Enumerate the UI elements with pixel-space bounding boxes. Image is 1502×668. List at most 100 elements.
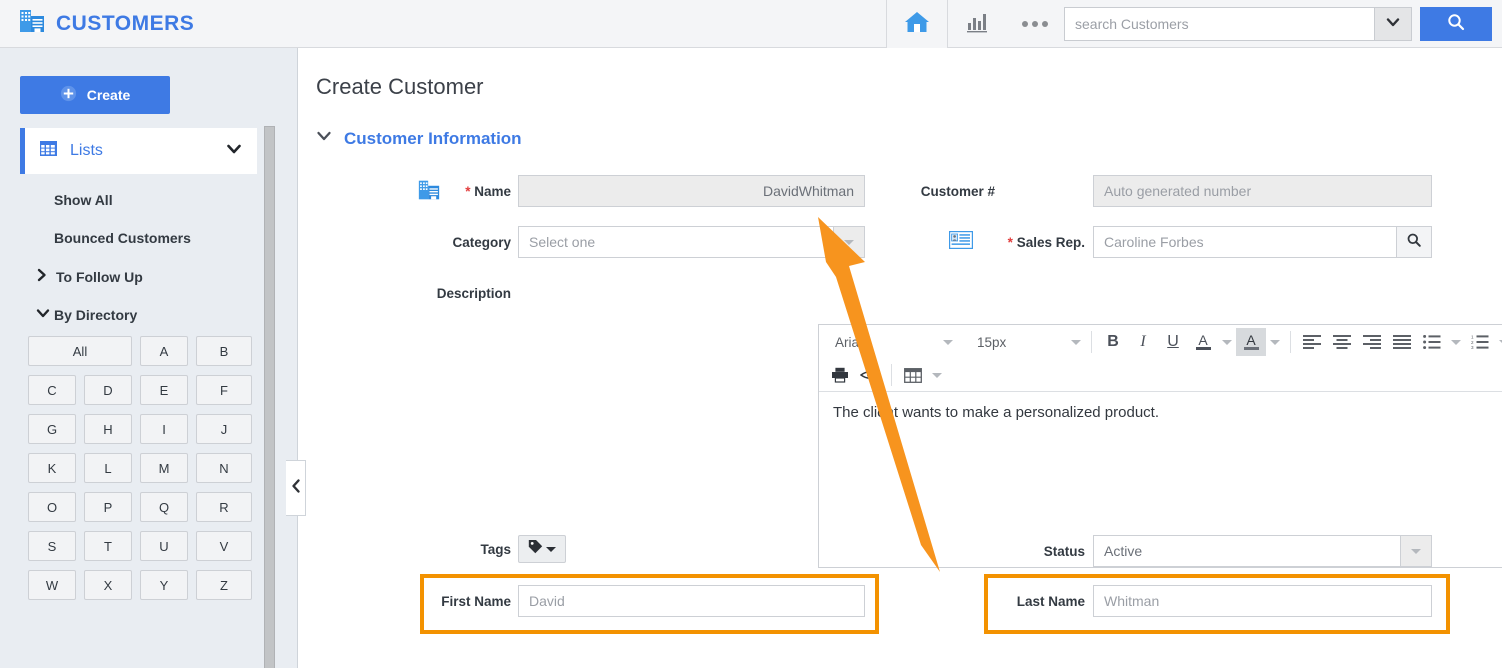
sidebar-item-by-directory[interactable]: By Directory <box>36 306 137 323</box>
letter-button-u[interactable]: U <box>140 531 188 561</box>
search-input[interactable] <box>1064 7 1374 41</box>
numbered-list-caret-icon[interactable] <box>1495 328 1502 356</box>
letter-button-q[interactable]: Q <box>140 492 188 522</box>
align-center-icon[interactable] <box>1327 328 1357 356</box>
align-right-icon[interactable] <box>1357 328 1387 356</box>
letter-button-n[interactable]: N <box>196 453 252 483</box>
letter-button-x[interactable]: X <box>84 570 132 600</box>
letter-button-k[interactable]: K <box>28 453 76 483</box>
home-icon <box>903 9 931 40</box>
letter-button-e[interactable]: E <box>140 375 188 405</box>
ellipsis-icon <box>1022 21 1048 27</box>
print-icon[interactable] <box>825 361 855 389</box>
font-size-select[interactable]: 15px <box>967 329 1085 355</box>
letter-button-i[interactable]: I <box>140 414 188 444</box>
description-editor-body[interactable]: The client wants to make a personalized … <box>819 392 1502 433</box>
font-color-caret-icon[interactable] <box>1218 328 1236 356</box>
letter-button-c[interactable]: C <box>28 375 76 405</box>
sales-rep-label-text: Sales Rep. <box>1016 235 1085 250</box>
status-dropdown-button[interactable] <box>1401 535 1432 567</box>
last-name-input[interactable] <box>1093 585 1432 617</box>
main-content: Create Customer Customer Information * N… <box>299 48 1502 668</box>
letter-button-s[interactable]: S <box>28 531 76 561</box>
bullet-list-caret-icon[interactable] <box>1447 328 1465 356</box>
customer-number-input[interactable] <box>1093 175 1432 207</box>
table-caret-icon[interactable] <box>928 361 946 389</box>
name-input[interactable] <box>518 175 865 207</box>
table-icon[interactable] <box>898 361 928 389</box>
more-menu-button[interactable] <box>1006 0 1064 48</box>
align-left-icon[interactable] <box>1297 328 1327 356</box>
font-family-select[interactable]: Arial <box>825 329 957 355</box>
status-field-label: Status <box>1043 544 1085 559</box>
letter-button-a[interactable]: A <box>140 336 188 366</box>
status-input[interactable] <box>1093 535 1401 567</box>
letter-button-j[interactable]: J <box>196 414 252 444</box>
letter-button-v[interactable]: V <box>196 531 252 561</box>
sidebar-item-to-follow-up[interactable]: To Follow Up <box>36 268 143 285</box>
letter-button-all[interactable]: All <box>28 336 132 366</box>
create-button-label: Create <box>86 87 131 103</box>
bullet-list-icon[interactable] <box>1417 328 1447 356</box>
chevron-down-icon[interactable] <box>225 140 243 163</box>
letter-button-f[interactable]: F <box>196 375 252 405</box>
chevron-down-icon <box>316 128 332 149</box>
search-filter-dropdown[interactable] <box>1374 7 1412 41</box>
tags-picker-button[interactable] <box>518 535 566 563</box>
letter-button-g[interactable]: G <box>28 414 76 444</box>
letter-button-p[interactable]: P <box>84 492 132 522</box>
bold-icon[interactable]: B <box>1098 328 1128 356</box>
required-marker: * <box>1007 235 1013 250</box>
sidebar-item-show-all[interactable]: Show All <box>20 192 113 208</box>
highlight-color-caret-icon[interactable] <box>1266 328 1284 356</box>
letter-button-l[interactable]: L <box>84 453 132 483</box>
first-name-field-label: First Name <box>441 594 511 609</box>
search-submit-button[interactable] <box>1420 7 1492 41</box>
required-marker: * <box>465 184 471 199</box>
letter-button-t[interactable]: T <box>84 531 132 561</box>
top-bar: CUSTOMERS <box>0 0 1502 48</box>
create-button[interactable]: Create <box>20 76 170 114</box>
letter-button-y[interactable]: Y <box>140 570 188 600</box>
category-dropdown-button[interactable] <box>834 226 865 258</box>
letter-button-d[interactable]: D <box>84 375 132 405</box>
tags-field-label: Tags <box>480 542 511 557</box>
sidebar: Create Lists Show All Bounced Customers <box>0 48 298 668</box>
sales-rep-input[interactable] <box>1093 226 1397 258</box>
sidebar-item-lists[interactable]: Lists <box>20 128 257 174</box>
category-field-label: Category <box>452 235 511 250</box>
sales-rep-search-button[interactable] <box>1397 226 1432 258</box>
letter-button-o[interactable]: O <box>28 492 76 522</box>
sidebar-scrollbar-thumb[interactable] <box>264 126 275 668</box>
underline-icon[interactable]: U <box>1158 328 1188 356</box>
home-button[interactable] <box>886 0 948 48</box>
reports-button[interactable] <box>948 0 1006 48</box>
brand-title: CUSTOMERS <box>56 11 195 35</box>
letter-button-r[interactable]: R <box>196 492 252 522</box>
italic-icon[interactable]: I <box>1128 328 1158 356</box>
caret-down-icon <box>1411 548 1421 554</box>
first-name-input[interactable] <box>518 585 865 617</box>
search-area <box>1064 7 1492 41</box>
sidebar-item-bounced-customers[interactable]: Bounced Customers <box>20 230 191 246</box>
sales-rep-field-label: * Sales Rep. <box>982 235 1085 250</box>
numbered-list-icon[interactable]: 123 <box>1465 328 1495 356</box>
section-header-customer-information[interactable]: Customer Information <box>316 128 522 149</box>
letter-button-h[interactable]: H <box>84 414 132 444</box>
name-label-text: Name <box>474 184 511 199</box>
customer-number-field-label: Customer # <box>920 184 995 199</box>
directory-letter-grid: All A B C D E F G H I J K L M N O P Q R … <box>28 336 258 600</box>
align-justify-icon[interactable] <box>1387 328 1417 356</box>
highlight-color-icon[interactable]: A <box>1236 328 1266 356</box>
letter-button-z[interactable]: Z <box>196 570 252 600</box>
preview-icon[interactable] <box>855 361 885 389</box>
category-input[interactable] <box>518 226 834 258</box>
sidebar-item-lists-label: Lists <box>70 142 103 159</box>
sidebar-item-show-all-label: Show All <box>54 192 113 208</box>
sidebar-collapse-button[interactable] <box>286 460 306 516</box>
toolbar-divider <box>1091 331 1092 353</box>
letter-button-w[interactable]: W <box>28 570 76 600</box>
letter-button-m[interactable]: M <box>140 453 188 483</box>
letter-button-b[interactable]: B <box>196 336 252 366</box>
font-color-icon[interactable]: A <box>1188 328 1218 356</box>
